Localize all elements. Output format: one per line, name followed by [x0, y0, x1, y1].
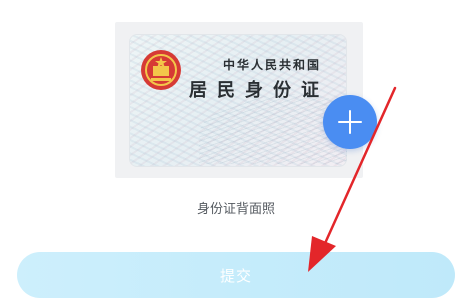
- national-emblem-icon: [141, 50, 181, 90]
- upload-caption: 身份证背面照: [196, 202, 275, 217]
- upload-screen: 中华人民共和国 居民身份证 身份证背面照 提交: [0, 0, 472, 303]
- submit-button[interactable]: 提交: [17, 252, 455, 298]
- card-title-text: 居民身份证: [189, 80, 329, 101]
- id-card-sample-image: 中华人民共和国 居民身份证: [129, 34, 347, 167]
- card-country-text: 中华人民共和国: [223, 58, 322, 72]
- id-card-back-upload[interactable]: 中华人民共和国 居民身份证: [115, 22, 377, 178]
- add-photo-button[interactable]: [323, 95, 377, 149]
